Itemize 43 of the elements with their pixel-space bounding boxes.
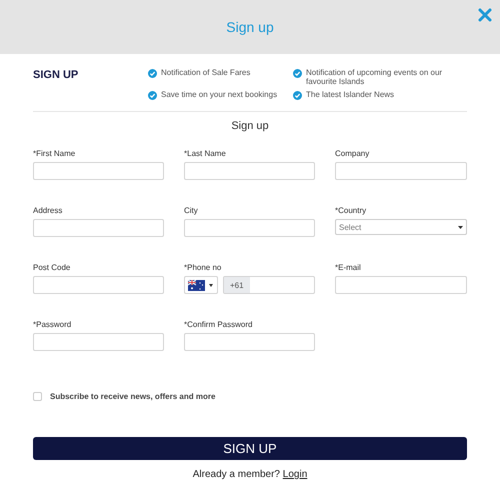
benefit-text: The latest Islander News [306,90,394,99]
field-label: *Confirm Password [184,320,252,329]
checkbox-label: Subscribe to receive news, offers and more [50,392,216,401]
check-icon [148,69,157,78]
caret-icon [209,284,213,286]
phone-field[interactable]: +61 [223,276,315,294]
sign-up-button[interactable]: SIGN UP [33,437,467,460]
country-dropdown[interactable]: Select [335,219,467,235]
field-label: *Password [33,320,72,329]
field-label: City [184,206,198,215]
caret-icon [458,226,463,228]
input-field[interactable] [33,219,164,237]
check-icon [148,91,157,100]
section-heading: SIGN UP [33,68,80,83]
window-title: Sign up [226,19,274,35]
input-field[interactable] [335,276,467,294]
member-prompt: Already a member? [192,469,280,480]
checkbox[interactable] [33,392,42,401]
close-icon[interactable] [478,8,492,22]
field-label: Post Code [33,263,70,272]
input-field[interactable] [33,333,164,351]
form-title: Sign up [230,120,270,132]
benefit-text: Notification of upcoming events on our favourite Islands [306,68,444,86]
input-field[interactable] [184,219,315,237]
field-label: *Phone no [184,263,222,272]
field-label: Address [33,206,62,215]
input-field[interactable] [184,162,315,180]
input-field[interactable] [33,276,164,294]
field-label: *Last Name [184,149,226,158]
field-label: *First Name [33,149,76,158]
field-label: Company [335,149,370,158]
check-icon [293,91,302,100]
benefit-text: Notification of Sale Fares [161,68,250,77]
check-icon [293,69,302,78]
input-field[interactable] [335,162,467,180]
login-link[interactable]: Login [282,469,308,480]
field-label: *E-mail [335,263,361,272]
flag-icon [188,280,205,290]
benefit-text: Save time on your next bookings [161,90,278,99]
input-field[interactable] [33,162,164,180]
input-field[interactable] [184,333,315,351]
field-label: *Country [335,206,366,215]
country-code-dropdown[interactable] [184,276,218,294]
